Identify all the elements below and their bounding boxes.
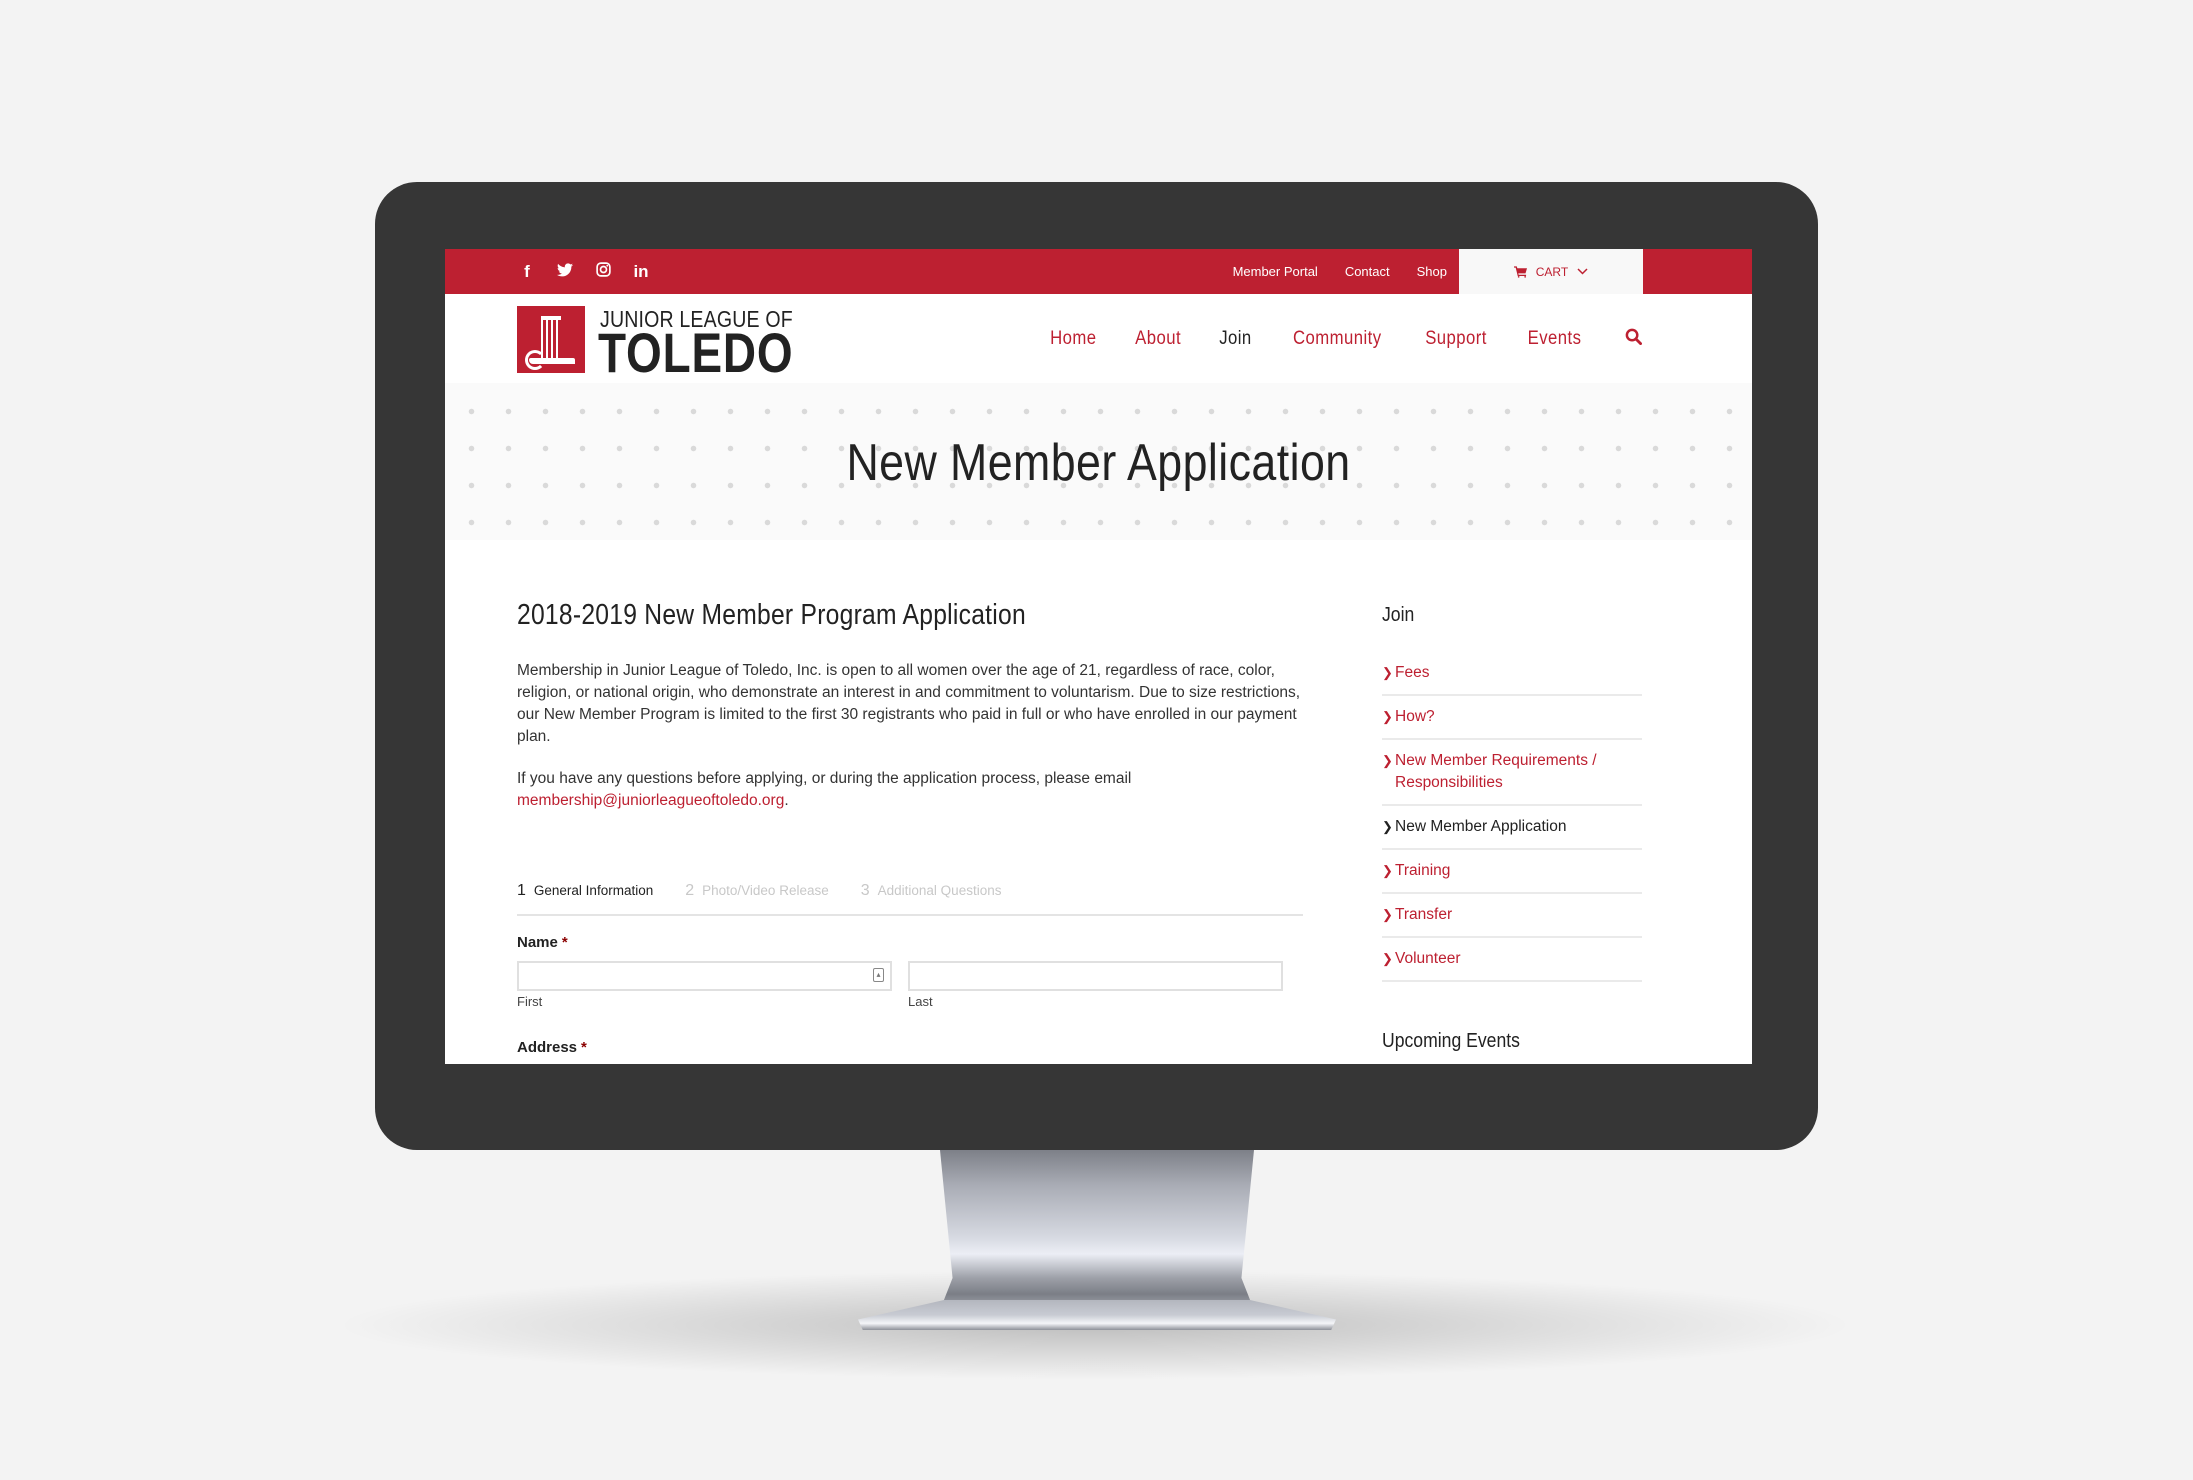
search-icon[interactable]: [1625, 328, 1642, 350]
chevron-right-icon: ❯: [1382, 863, 1393, 878]
contact-link[interactable]: Contact: [1345, 264, 1390, 279]
step-label: General Information: [533, 883, 654, 898]
sidebar-link[interactable]: New Member Requirements / Responsibiliti…: [1395, 752, 1597, 791]
sidebar-menu: ❯ Fees ❯ How? ❯ New Member Requirements / R…: [1382, 662, 1642, 982]
logo-mark[interactable]: [517, 306, 585, 373]
required-indicator: *: [581, 1039, 587, 1056]
first-name-input[interactable]: [517, 961, 892, 991]
instagram-icon[interactable]: [593, 261, 613, 282]
first-name-group: ▴ First: [517, 961, 892, 1009]
sidebar-item-fees[interactable]: ❯ Fees: [1382, 662, 1642, 696]
step-photo-video-release[interactable]: 2 Photo/Video Release: [685, 882, 829, 900]
utility-links: Member Portal Contact Shop: [1233, 249, 1447, 294]
name-label-text: Name: [517, 934, 558, 951]
main-content: 2018-2019 New Member Program Application…: [517, 599, 1307, 1056]
last-name-group: Last: [908, 961, 1283, 1009]
step-number: 1: [517, 882, 526, 899]
social-links: f in: [517, 249, 651, 294]
membership-email-link[interactable]: membership@juniorleagueoftoledo.org: [517, 792, 784, 809]
form-steps: 1 General Information 2 Photo/Video Releas…: [517, 882, 1303, 916]
step-additional-questions[interactable]: 3 Additional Questions: [861, 882, 1002, 900]
nav-events[interactable]: Events: [1528, 328, 1582, 350]
facebook-icon[interactable]: f: [517, 262, 537, 282]
page-title-banner: New Member Application: [445, 383, 1752, 540]
sidebar-item-transfer[interactable]: ❯ Transfer: [1382, 894, 1642, 938]
name-field-label: Name *: [517, 934, 1307, 951]
site-header: JUNIOR LEAGUE OF TOLEDO Home About Join …: [445, 294, 1752, 383]
chevron-right-icon: ❯: [1382, 753, 1393, 768]
sidebar: Join ❯ Fees ❯ How? ❯ New Member Requirement…: [1382, 604, 1642, 1053]
main-nav: Home About Join Community Support Events: [1014, 294, 1642, 383]
membership-description: Membership in Junior League of Toledo, I…: [517, 662, 1301, 745]
nav-community[interactable]: Community: [1293, 328, 1382, 350]
sidebar-link[interactable]: Fees: [1395, 664, 1429, 681]
last-name-wrapper: [908, 961, 1283, 991]
sidebar-link[interactable]: How?: [1395, 708, 1435, 725]
chevron-down-icon: [1577, 268, 1588, 275]
sidebar-item-volunteer[interactable]: ❯ Volunteer: [1382, 938, 1642, 982]
cart-icon: [1513, 265, 1527, 278]
step-number: 3: [860, 882, 870, 899]
sidebar-link[interactable]: Transfer: [1395, 906, 1452, 923]
page-title: New Member Application: [846, 434, 1351, 492]
logo-base-shape: [529, 358, 575, 364]
address-field-label: Address *: [517, 1039, 1307, 1056]
application-heading: 2018-2019 New Member Program Application: [517, 599, 1026, 631]
first-name-sublabel: First: [517, 994, 543, 1009]
logo-text-toledo[interactable]: TOLEDO: [598, 325, 793, 381]
chevron-right-icon: ❯: [1382, 951, 1393, 966]
step-label: Photo/Video Release: [702, 883, 829, 898]
linkedin-icon[interactable]: in: [631, 262, 651, 282]
nav-join[interactable]: Join: [1220, 328, 1252, 350]
sidebar-link[interactable]: Training: [1395, 862, 1450, 879]
questions-text: If you have any questions before applyin…: [517, 770, 1132, 787]
sidebar-item-requirements[interactable]: ❯ New Member Requirements / Responsibilit…: [1382, 740, 1642, 806]
sidebar-item-how[interactable]: ❯ How?: [1382, 696, 1642, 740]
monitor-stand-neck: [940, 1150, 1254, 1310]
chevron-right-icon: ❯: [1382, 665, 1393, 680]
chevron-right-icon: ❯: [1382, 907, 1393, 922]
cart-label: CART: [1535, 264, 1569, 279]
logo-column-shape: [541, 316, 561, 360]
chevron-right-icon: ❯: [1382, 819, 1393, 834]
sidebar-item-new-member-application[interactable]: ❯ New Member Application: [1382, 806, 1642, 850]
required-indicator: *: [561, 934, 568, 951]
questions-paragraph: If you have any questions before applyin…: [517, 768, 1307, 812]
address-label-text: Address: [517, 1039, 578, 1056]
step-number: 2: [685, 882, 695, 899]
top-utility-bar: f in Member Portal Contact Shop CART: [445, 249, 1752, 294]
nav-about[interactable]: About: [1135, 328, 1181, 350]
twitter-icon[interactable]: [555, 262, 575, 282]
monitor-stand-base: [858, 1300, 1336, 1330]
first-name-wrapper: ▴: [517, 961, 892, 991]
website-screen: f in Member Portal Contact Shop CART JUN…: [445, 249, 1752, 1064]
sidebar-item-training[interactable]: ❯ Training: [1382, 850, 1642, 894]
sidebar-link[interactable]: New Member Application: [1395, 818, 1566, 835]
sidebar-link[interactable]: Volunteer: [1395, 950, 1461, 967]
member-portal-link[interactable]: Member Portal: [1233, 264, 1318, 279]
chevron-right-icon: ❯: [1382, 709, 1393, 724]
autofill-contact-icon[interactable]: ▴: [873, 968, 884, 982]
shop-link[interactable]: Shop: [1417, 264, 1447, 279]
step-label: Additional Questions: [877, 883, 1002, 898]
sidebar-title: Join: [1382, 604, 1415, 626]
last-name-sublabel: Last: [908, 994, 933, 1009]
nav-support[interactable]: Support: [1425, 328, 1487, 350]
nav-home[interactable]: Home: [1050, 328, 1096, 350]
name-fields: ▴ First Last: [517, 961, 1307, 1009]
step-general-information[interactable]: 1 General Information: [517, 882, 653, 900]
cart-button[interactable]: CART: [1459, 249, 1643, 294]
upcoming-events-heading: Upcoming Events: [1382, 1030, 1520, 1052]
last-name-input[interactable]: [908, 961, 1283, 991]
email-suffix: .: [784, 792, 789, 809]
